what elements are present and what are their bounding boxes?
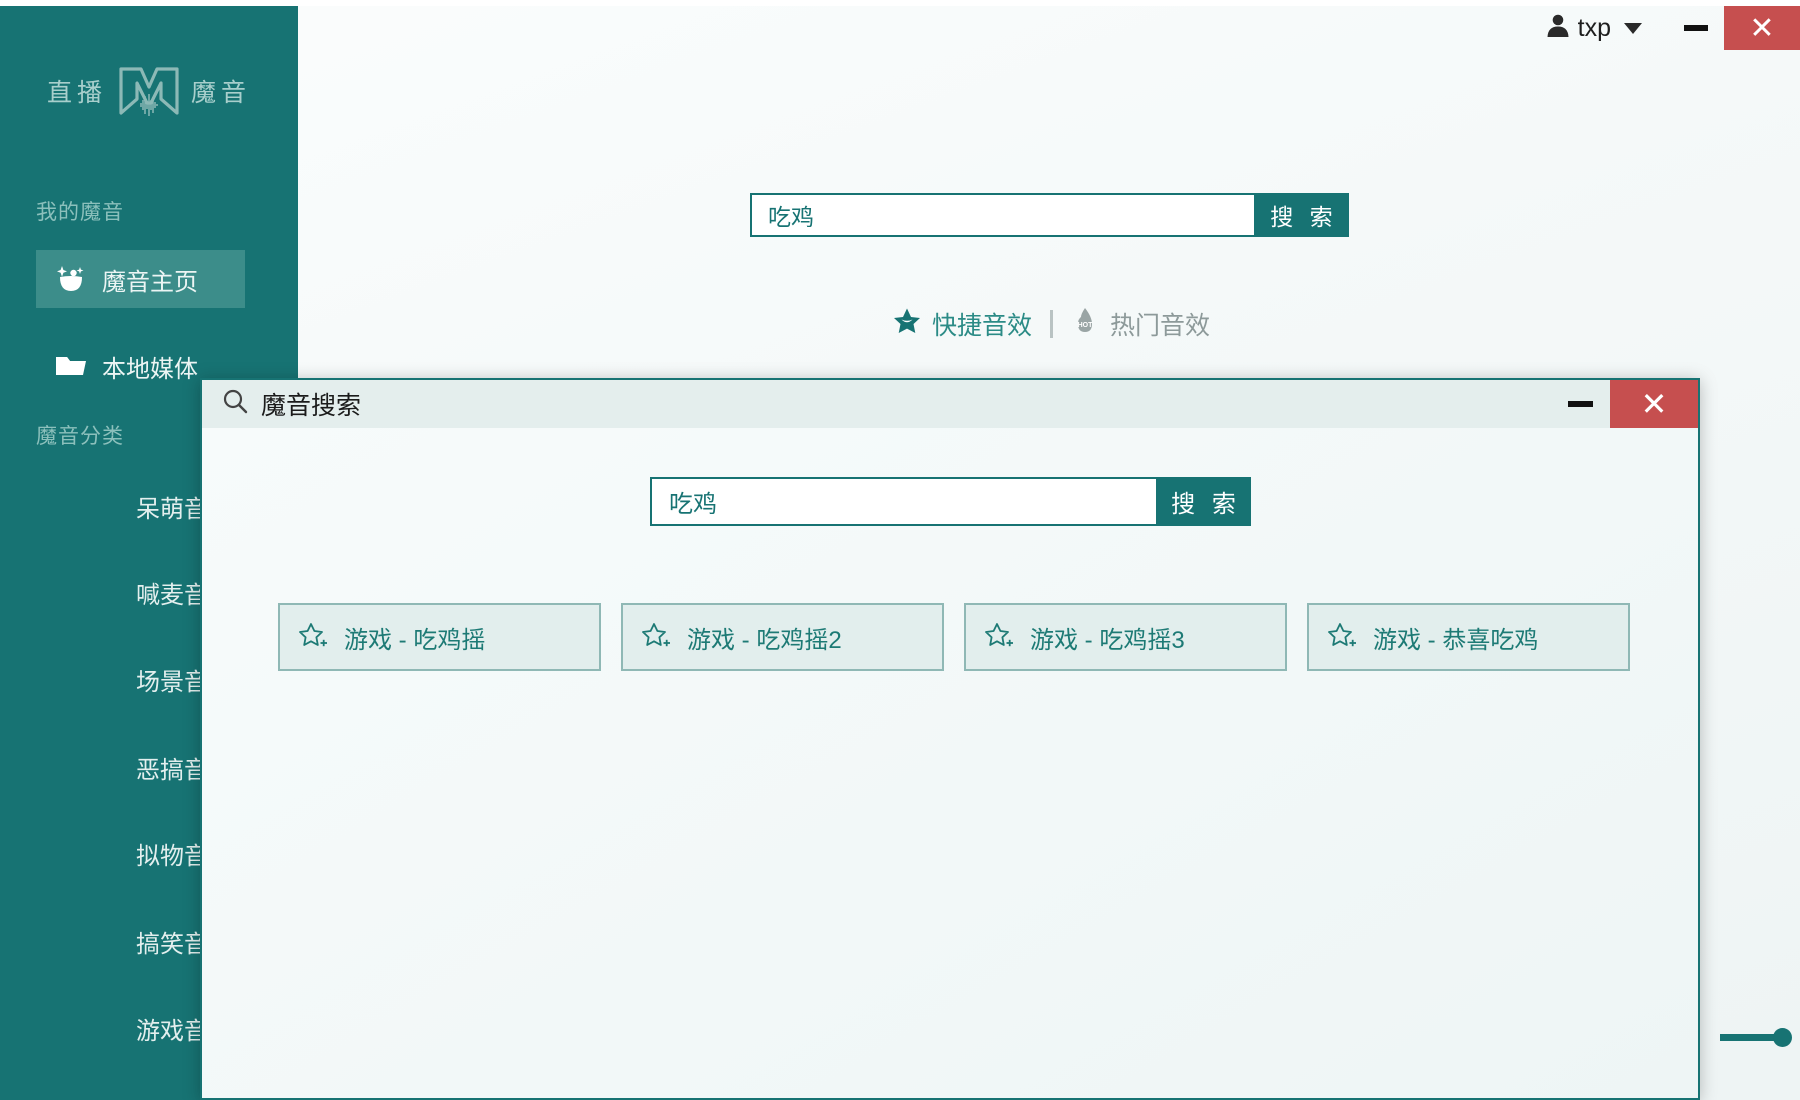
popup-minimize-button[interactable] (1550, 380, 1610, 428)
popup-title-label: 魔音搜索 (261, 392, 362, 420)
main-search-bar: 吃鸡 搜 索 (750, 193, 1349, 237)
person-icon (1545, 12, 1571, 45)
result-card[interactable]: 游戏 - 恭喜吃鸡 (1307, 603, 1630, 671)
result-card[interactable]: 游戏 - 吃鸡摇 (278, 603, 601, 671)
star-plus-icon[interactable] (1327, 622, 1357, 652)
popup-search-button[interactable]: 搜 索 (1156, 477, 1251, 526)
volume-slider-track[interactable] (1720, 1033, 1776, 1041)
sidebar-section-my: 我的魔音 (36, 201, 124, 224)
folder-icon (54, 349, 88, 383)
popup-body: 吃鸡 搜 索 游戏 - 吃鸡摇 游戏 - 吃鸡摇2 游戏 - 吃鸡摇3 游戏 -… (202, 428, 1698, 1098)
result-card-label: 游戏 - 恭喜吃鸡 (1373, 626, 1539, 654)
close-icon: ✕ (1749, 11, 1775, 45)
sidebar-item-local-media-label: 本地媒体 (102, 355, 198, 383)
tab-hot-sounds-label: 热门音效 (1110, 312, 1211, 340)
app-root: 直播 魔音 我的魔音 魔音主页 本地媒体 魔音分类 呆萌音效 喊麦音效 场景音效… (0, 0, 1800, 1100)
chevron-down-icon[interactable] (1624, 22, 1642, 34)
svg-text:HOT: HOT (1078, 322, 1094, 329)
popup-search-input[interactable]: 吃鸡 (650, 477, 1156, 526)
result-card-label: 游戏 - 吃鸡摇3 (1030, 626, 1185, 654)
volume-slider-knob[interactable] (1773, 1027, 1792, 1047)
smiley-sparkle-icon (54, 262, 88, 296)
m-waveform-logo-icon (117, 63, 181, 119)
search-results-list: 游戏 - 吃鸡摇 游戏 - 吃鸡摇2 游戏 - 吃鸡摇3 游戏 - 恭喜吃鸡 (278, 603, 1630, 671)
hot-flame-icon: HOT (1071, 307, 1099, 342)
app-logo: 直播 魔音 (0, 58, 298, 124)
user-menu[interactable]: txp (1545, 12, 1642, 45)
tab-hot-sounds[interactable]: HOT 热门音效 (1071, 306, 1210, 342)
star-plus-icon[interactable] (298, 622, 328, 652)
result-card-label: 游戏 - 吃鸡摇2 (687, 626, 842, 654)
star-filled-icon (893, 307, 921, 342)
sidebar-item-home[interactable]: 魔音主页 (36, 250, 245, 308)
star-plus-icon[interactable] (984, 622, 1014, 652)
volume-slider[interactable] (1720, 1027, 1792, 1047)
minimize-icon (1567, 401, 1593, 407)
tab-quick-sounds-label: 快捷音效 (932, 312, 1033, 340)
logo-text-left: 直播 (46, 79, 107, 107)
sound-tabs: 快捷音效 HOT 热门音效 (893, 306, 1210, 342)
tab-divider (1050, 310, 1054, 338)
minimize-icon (1684, 25, 1708, 31)
main-search-button[interactable]: 搜 索 (1254, 193, 1349, 237)
main-search-input[interactable]: 吃鸡 (750, 193, 1254, 237)
close-icon: ✕ (1640, 386, 1668, 422)
close-button[interactable]: ✕ (1724, 6, 1800, 50)
search-popup-window: 魔音搜索 ✕ 吃鸡 搜 索 游戏 - 吃鸡摇 游戏 - 吃鸡摇2 游戏 - 吃鸡… (200, 378, 1700, 1100)
popup-title: 魔音搜索 (222, 386, 361, 422)
logo-text-right: 魔音 (191, 79, 252, 107)
result-card[interactable]: 游戏 - 吃鸡摇2 (621, 603, 944, 671)
minimize-button[interactable] (1668, 6, 1724, 50)
popup-search-bar: 吃鸡 搜 索 (650, 477, 1251, 526)
window-titlebar: txp ✕ (1545, 6, 1800, 50)
star-plus-icon[interactable] (641, 622, 671, 652)
result-card[interactable]: 游戏 - 吃鸡摇3 (964, 603, 1287, 671)
tab-quick-sounds[interactable]: 快捷音效 (893, 306, 1032, 342)
result-card-label: 游戏 - 吃鸡摇 (344, 626, 486, 654)
popup-titlebar: 魔音搜索 ✕ (202, 380, 1698, 428)
popup-close-button[interactable]: ✕ (1610, 380, 1698, 428)
username-label: txp (1577, 13, 1611, 42)
sidebar-section-categories: 魔音分类 (36, 425, 124, 448)
popup-window-buttons: ✕ (1550, 380, 1698, 428)
search-icon (222, 388, 248, 421)
sidebar-item-home-label: 魔音主页 (102, 268, 198, 296)
